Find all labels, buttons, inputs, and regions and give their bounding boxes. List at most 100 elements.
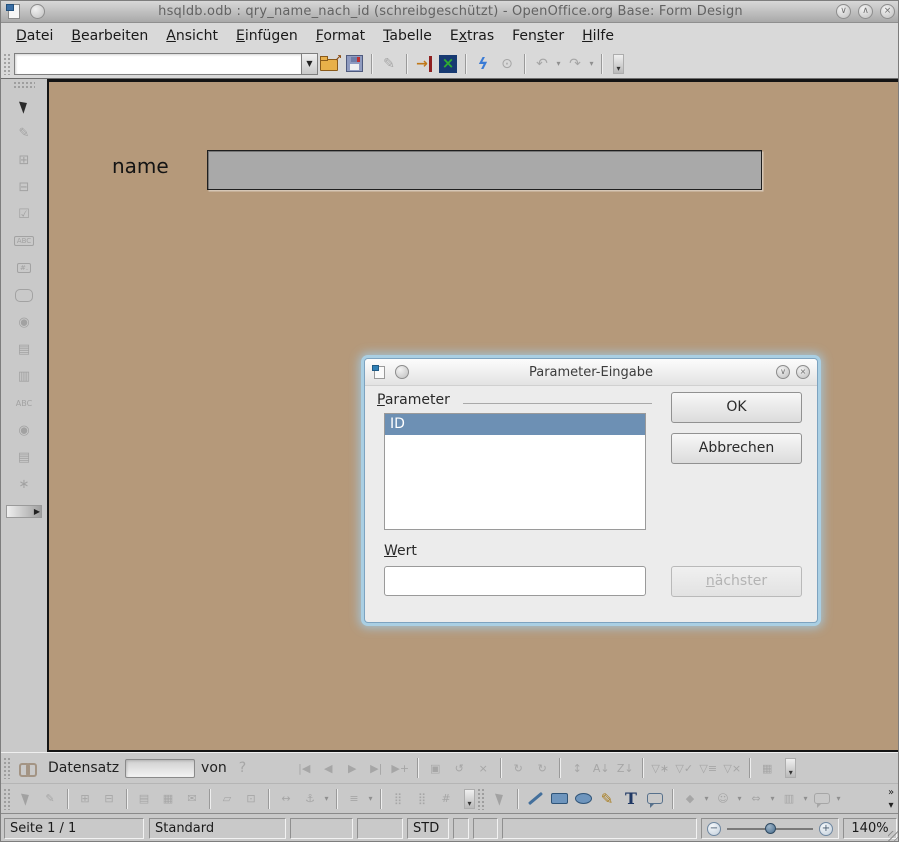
alignment-dropdown[interactable]: ▾ xyxy=(366,794,375,803)
design-mode-button[interactable]: ✎ xyxy=(38,788,62,810)
status-mode-cell[interactable]: STD xyxy=(407,818,449,839)
undo-record-button[interactable]: ↺ xyxy=(447,757,471,779)
status-cell-6[interactable] xyxy=(453,818,469,839)
status-style-cell[interactable]: Standard xyxy=(149,818,286,839)
callout-shapes-dropdown[interactable]: ▾ xyxy=(834,794,843,803)
export-button[interactable]: → xyxy=(413,53,435,75)
rectangle-tool-button[interactable] xyxy=(547,788,571,810)
label-control-button[interactable]: ABC xyxy=(12,391,36,415)
status-cell-7[interactable] xyxy=(473,818,498,839)
zoom-in-button[interactable]: + xyxy=(819,822,833,836)
status-cell-3[interactable] xyxy=(290,818,353,839)
execute-button[interactable]: ϟ xyxy=(472,53,494,75)
status-cell-4[interactable] xyxy=(357,818,403,839)
select-button[interactable] xyxy=(14,788,38,810)
form-filter-button[interactable]: ▽≡ xyxy=(696,757,720,779)
flowchart-shapes-button[interactable]: ▥ xyxy=(777,788,801,810)
spreadsheet-button[interactable]: × xyxy=(437,53,459,75)
menu-tabelle[interactable]: Tabelle xyxy=(374,25,441,47)
toolbar-handle[interactable] xyxy=(3,53,10,75)
abbrechen-button[interactable]: Abbrechen xyxy=(671,433,802,464)
anchor-dropdown[interactable]: ▾ xyxy=(322,794,331,803)
basic-shapes-dropdown[interactable]: ▾ xyxy=(702,794,711,803)
select-tool-button[interactable] xyxy=(12,94,36,118)
toolbar-handle[interactable] xyxy=(3,757,10,779)
listbox-control-button[interactable]: ▤ xyxy=(12,337,36,361)
callout-tool-button[interactable] xyxy=(643,788,667,810)
redo-button[interactable]: ↷ xyxy=(564,53,586,75)
apply-filter-button[interactable]: ▽✓ xyxy=(672,757,696,779)
first-record-button[interactable]: |◀ xyxy=(292,757,316,779)
design-mode-button[interactable]: ✎ xyxy=(12,121,36,145)
open-button[interactable]: ↗ xyxy=(319,53,341,75)
form-navigator-button[interactable]: ▤ xyxy=(132,788,156,810)
status-page-cell[interactable]: Seite 1 / 1 xyxy=(4,818,144,839)
ellipse-tool-button[interactable] xyxy=(571,788,595,810)
formatted-field-button[interactable]: #. xyxy=(12,256,36,280)
menu-datei[interactable]: Datei xyxy=(7,25,62,47)
save-record-button[interactable]: ▣ xyxy=(423,757,447,779)
ok-button[interactable]: OK xyxy=(671,392,802,423)
delete-record-button[interactable]: × xyxy=(471,757,495,779)
autocontrol-focus-button[interactable]: ⊡ xyxy=(239,788,263,810)
toolbar-handle[interactable] xyxy=(3,788,10,810)
naechster-button[interactable]: nächster xyxy=(671,566,802,597)
maximize-button[interactable]: ∧ xyxy=(858,4,873,19)
form-design-button[interactable]: ▤ xyxy=(12,445,36,469)
toolbar-overflow-button[interactable]: ▾ xyxy=(613,54,624,74)
refresh-button[interactable]: ↻ xyxy=(506,757,530,779)
symbol-shapes-dropdown[interactable]: ▾ xyxy=(735,794,744,803)
draw-select-button[interactable] xyxy=(488,788,512,810)
remove-filter-button[interactable]: ▽× xyxy=(720,757,744,779)
toolbar-handle[interactable] xyxy=(13,81,35,88)
status-cell-8[interactable] xyxy=(502,818,697,839)
block-arrows-dropdown[interactable]: ▾ xyxy=(768,794,777,803)
line-tool-button[interactable] xyxy=(523,788,547,810)
resize-grip[interactable] xyxy=(888,831,899,842)
display-grid-button[interactable]: ⣿ xyxy=(386,788,410,810)
undo-dropdown[interactable]: ▾ xyxy=(554,59,563,68)
dialog-shade-button[interactable]: ∨ xyxy=(776,365,790,379)
redo-dropdown[interactable]: ▾ xyxy=(587,59,596,68)
checkbox-control-button[interactable]: ☑ xyxy=(12,202,36,226)
close-button[interactable]: × xyxy=(880,4,895,19)
more-controls-button[interactable]: ◉ xyxy=(12,418,36,442)
data-source-as-table-button[interactable]: ▦ xyxy=(755,757,779,779)
menu-extras[interactable]: Extras xyxy=(441,25,503,47)
next-record-button[interactable]: ▶ xyxy=(340,757,364,779)
sort-ascending-button[interactable]: A↓ xyxy=(589,757,613,779)
sort-button[interactable]: ↕ xyxy=(565,757,589,779)
find-record-icon[interactable] xyxy=(18,762,38,775)
activation-order-button[interactable]: ✉ xyxy=(180,788,204,810)
toolbar-overflow-button[interactable]: ▾ xyxy=(464,789,475,809)
menu-einfuegen[interactable]: Einfügen xyxy=(227,25,307,47)
shade-button[interactable]: ∨ xyxy=(836,4,851,19)
groupbox-control-button[interactable] xyxy=(12,283,36,307)
preview-button[interactable]: ⊙ xyxy=(496,53,518,75)
menu-format[interactable]: Format xyxy=(307,25,374,47)
dialog-titlebar[interactable]: Parameter-Eingabe ∨ × xyxy=(365,359,817,386)
basic-shapes-button[interactable]: ◆ xyxy=(678,788,702,810)
table-control-button[interactable]: ▦ xyxy=(156,788,180,810)
flowchart-dropdown[interactable]: ▾ xyxy=(801,794,810,803)
name-field-label[interactable]: name xyxy=(112,154,169,178)
combobox-control-button[interactable]: ▥ xyxy=(12,364,36,388)
sort-descending-button[interactable]: Z↓ xyxy=(613,757,637,779)
control-properties-button[interactable]: ⊞ xyxy=(12,148,36,172)
previous-record-button[interactable]: ◀ xyxy=(316,757,340,779)
wizard-button[interactable]: ∗ xyxy=(12,472,36,496)
guides-when-moving-button[interactable]: # xyxy=(434,788,458,810)
record-number-input[interactable] xyxy=(125,759,195,778)
save-button[interactable] xyxy=(343,53,365,75)
block-arrows-button[interactable]: ⇔ xyxy=(744,788,768,810)
parameter-list-item[interactable]: ID xyxy=(385,414,645,435)
auto-filter-button[interactable]: ▽∗ xyxy=(648,757,672,779)
toolbar-more-button[interactable]: »▾ xyxy=(884,786,898,812)
option-control-button[interactable]: ◉ xyxy=(12,310,36,334)
menu-fenster[interactable]: Fenster xyxy=(503,25,573,47)
form-properties-button[interactable]: ⊟ xyxy=(97,788,121,810)
refresh-control-button[interactable]: ↻ xyxy=(530,757,554,779)
menu-ansicht[interactable]: Ansicht xyxy=(157,25,227,47)
textbox-control-button[interactable]: ABC xyxy=(12,229,36,253)
menu-bearbeiten[interactable]: Bearbeiten xyxy=(62,25,157,47)
